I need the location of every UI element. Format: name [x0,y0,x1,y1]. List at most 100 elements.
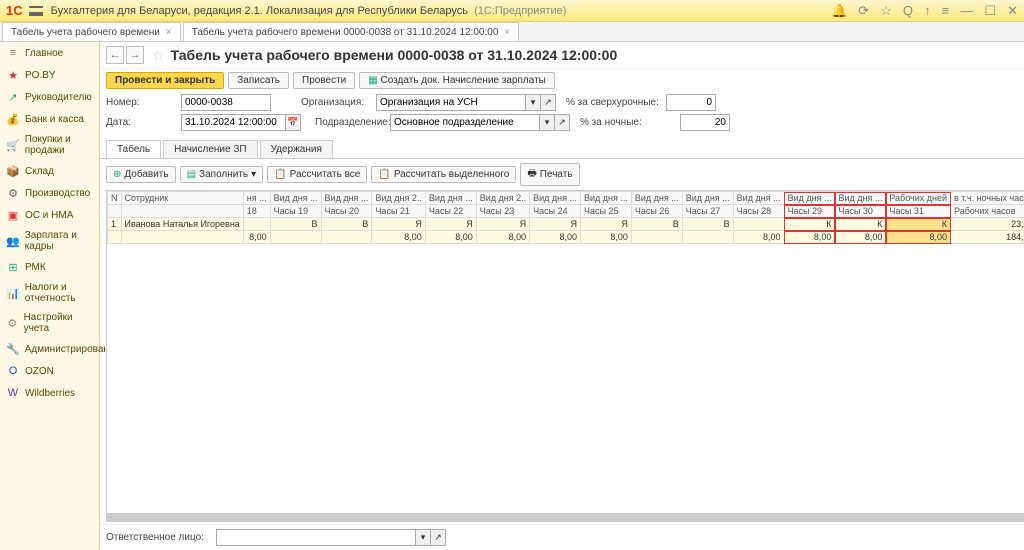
calendar-icon[interactable]: 📅 [286,114,301,131]
save-button[interactable]: Записать [228,72,289,89]
column-header[interactable]: Вид дня ... [733,192,784,205]
sidebar-item-11[interactable]: ⚙Настройки учета [0,308,99,338]
sidebar-item-1[interactable]: ★PO.BY [0,64,99,86]
table-cell[interactable]: Я [530,218,581,231]
table-cell[interactable] [733,218,784,231]
sidebar-item-3[interactable]: 💰Банк и касса [0,108,99,130]
table-cell[interactable]: 8,00 [784,231,835,244]
sidebar-item-10[interactable]: 📊Налоги и отчетность [0,278,99,308]
column-header[interactable]: Часы 30 [835,205,886,218]
horizontal-scrollbar[interactable] [106,514,1024,522]
dropdown-icon[interactable]: ▾ [416,529,431,546]
table-cell[interactable] [270,231,321,244]
table-cell[interactable]: К [835,218,886,231]
column-header[interactable]: Вид дня ... [270,192,321,205]
sidebar-item-13[interactable]: OOZON [0,360,99,382]
night-field[interactable] [680,114,730,131]
column-header[interactable]: Вид дня 2.. [372,192,425,205]
bell-icon[interactable]: 🔔 [831,3,847,18]
sidebar-item-9[interactable]: ⊞РМК [0,256,99,278]
dropdown-icon[interactable]: ▾ [526,94,541,111]
table-cell[interactable]: 8,00 [425,231,476,244]
table-cell[interactable]: 1 [108,218,122,231]
sidebar-item-0[interactable]: ≡Главное [0,42,99,64]
table-cell[interactable]: 8,00 [243,231,270,244]
column-header[interactable]: Вид дня 2.. [476,192,529,205]
column-header[interactable]: Вид дня ... [321,192,372,205]
history-icon[interactable]: ⟳ [858,3,869,18]
column-header[interactable]: N [108,192,122,205]
table-cell[interactable] [682,231,733,244]
table-cell[interactable]: Я [425,218,476,231]
column-header[interactable]: Часы 23 [476,205,529,218]
dropdown-icon[interactable]: ▾ [540,114,555,131]
table-cell[interactable]: Я [581,218,632,231]
column-header[interactable]: Часы 21 [372,205,425,218]
column-header[interactable]: Часы 20 [321,205,372,218]
table-cell[interactable]: 8,00 [886,231,951,244]
overtime-field[interactable] [666,94,716,111]
column-header[interactable]: Часы 25 [581,205,632,218]
column-header[interactable] [121,205,243,218]
table-cell[interactable]: К [784,218,835,231]
column-header[interactable]: Вид дня ... [835,192,886,205]
back-button[interactable]: ← [106,46,124,64]
table-cell[interactable]: 8,00 [530,231,581,244]
table-cell[interactable]: 8,00 [733,231,784,244]
date-field[interactable] [181,114,286,131]
post-button[interactable]: Провести [293,72,355,89]
table-cell[interactable]: Я [372,218,425,231]
open-icon[interactable]: ↗ [431,529,446,546]
sidebar-item-7[interactable]: ▣ОС и НМА [0,204,99,226]
org-field[interactable] [376,94,526,111]
table-cell[interactable]: 184,00 [951,231,1024,244]
tab-timesheet-list[interactable]: Табель учета рабочего времени× [2,22,181,41]
table-cell[interactable]: 8,00 [476,231,529,244]
close-icon[interactable]: ✕ [1007,3,1018,18]
star-icon[interactable]: ☆ [880,3,892,18]
settings-icon[interactable]: ≡ [942,3,950,18]
column-header[interactable]: Часы 24 [530,205,581,218]
minimize-icon[interactable]: — [960,3,973,18]
number-field[interactable] [181,94,271,111]
column-header[interactable]: Рабочих дней [886,192,951,205]
table-cell[interactable] [108,231,122,244]
table-cell[interactable]: 23,00 [951,218,1024,231]
column-header[interactable] [108,205,122,218]
print-button[interactable]: 🖶Печать [520,163,579,186]
timesheet-table[interactable]: NСотрудникня ...Вид дня ...Вид дня ...Ви… [107,191,1024,244]
favorite-icon[interactable]: ☆ [152,47,165,64]
sidebar-item-14[interactable]: WWildberries [0,382,99,404]
column-header[interactable]: Вид дня ... [425,192,476,205]
dept-field[interactable] [390,114,540,131]
column-header[interactable]: Часы 31 [886,205,951,218]
table-cell[interactable]: В [270,218,321,231]
fill-button[interactable]: ▤Заполнить ▾ [180,166,264,183]
column-header[interactable]: Часы 22 [425,205,476,218]
table-cell[interactable]: 8,00 [372,231,425,244]
column-header[interactable]: Часы 19 [270,205,321,218]
column-header[interactable]: Часы 29 [784,205,835,218]
table-cell[interactable] [321,231,372,244]
open-icon[interactable]: ↗ [541,94,556,111]
sidebar-item-6[interactable]: ⚙Производство [0,182,99,204]
open-icon[interactable]: ↗ [555,114,570,131]
close-icon[interactable]: × [504,27,510,38]
forward-button[interactable]: → [126,46,144,64]
sidebar-item-8[interactable]: 👥Зарплата и кадры [0,226,99,256]
column-header[interactable]: Часы 28 [733,205,784,218]
table-cell[interactable]: К [886,218,951,231]
table-cell[interactable]: 8,00 [835,231,886,244]
tab-timesheet[interactable]: Табель [106,140,161,158]
search-icon[interactable]: Q [903,3,913,18]
menu-icon[interactable] [29,6,43,16]
add-button[interactable]: ⊕Добавить [106,166,176,183]
column-header[interactable]: Рабочих часов [951,205,1024,218]
close-icon[interactable]: × [166,27,172,38]
post-and-close-button[interactable]: Провести и закрыть [106,72,224,89]
column-header[interactable]: Вид дня ... [784,192,835,205]
sidebar-item-4[interactable]: 🛒Покупки и продажи [0,130,99,160]
column-header[interactable]: 18 [243,205,270,218]
column-header[interactable]: Сотрудник [121,192,243,205]
column-header[interactable]: в т.ч. ночных часов [951,192,1024,205]
